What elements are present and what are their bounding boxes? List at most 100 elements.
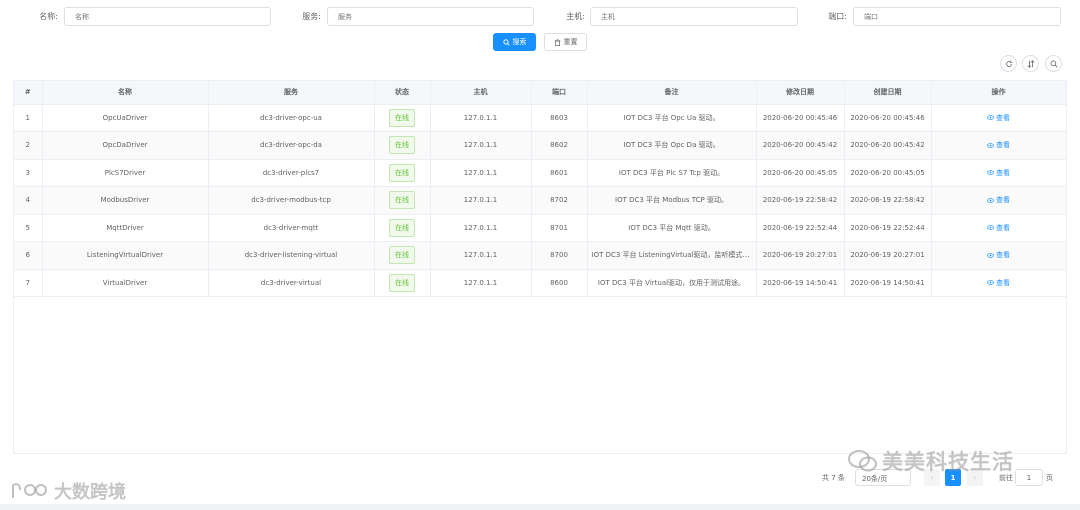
cell-service: dc3-driver-opc-ua xyxy=(208,104,375,132)
search-button[interactable]: 搜索 xyxy=(493,33,536,51)
view-link-label: 查看 xyxy=(996,113,1010,122)
sort-button[interactable] xyxy=(1022,55,1039,72)
eye-icon xyxy=(987,197,994,203)
column-header-created[interactable]: 创建日期 xyxy=(844,81,932,105)
cell-modified: 2020-06-20 00:45:46 xyxy=(756,104,845,132)
table-row: 1 OpcUaDriver dc3-driver-opc-ua 在线 127.0.1.1… xyxy=(14,104,1067,132)
cell-created: 2020-06-20 00:45:46 xyxy=(844,104,932,132)
cell-service: dc3-driver-listening-virtual xyxy=(208,241,375,270)
reset-button[interactable]: 重置 xyxy=(544,33,587,51)
status-badge: 在线 xyxy=(389,136,415,155)
status-badge: 在线 xyxy=(389,108,415,127)
cell-host: 127.0.1.1 xyxy=(430,186,532,215)
cell-idx: 1 xyxy=(14,104,43,132)
cell-port: 8600 xyxy=(531,269,588,297)
page-size-value: 20条/页 xyxy=(862,475,888,483)
view-link[interactable]: 查看 xyxy=(987,250,1010,260)
cell-name: OpcDaDriver xyxy=(42,131,209,160)
status-badge: 在线 xyxy=(389,218,415,237)
cell-host: 127.0.1.1 xyxy=(430,214,532,242)
table-row: 3 PlcS7Driver dc3-driver-plcs7 在线 127.0.1.1 8… xyxy=(14,159,1067,187)
column-header-status[interactable]: 状态 xyxy=(374,81,431,105)
cell-service: dc3-driver-virtual xyxy=(208,269,375,297)
table-row: 5 MqttDriver dc3-driver-mqtt 在线 127.0.1.1 870… xyxy=(14,214,1067,242)
status-badge: 在线 xyxy=(389,191,415,210)
cell-note: IOT DC3 平台 Plc S7 Tcp 驱动。 xyxy=(587,159,757,187)
cell-created: 2020-06-19 14:50:41 xyxy=(844,269,932,297)
column-header-host[interactable]: 主机 xyxy=(430,81,532,105)
cell-note: IOT DC3 平台 Mqtt 驱动。 xyxy=(587,214,757,242)
cell-idx: 4 xyxy=(14,186,43,215)
cell-port: 8702 xyxy=(531,186,588,215)
cell-status: 在线 xyxy=(374,241,431,270)
eye-icon xyxy=(987,280,994,285)
cell-name: ListeningVirtualDriver xyxy=(42,241,209,270)
search-icon xyxy=(1050,60,1057,67)
cell-action: 查看 xyxy=(931,241,1067,270)
table-row: 4 ModbusDriver dc3-driver-modbus-tcp 在线 127.… xyxy=(14,186,1067,215)
cell-status: 在线 xyxy=(374,131,431,160)
table-header-row: # 名称 服务 状态 主机 端口 备注 修改日期 创建日期 操作 xyxy=(14,81,1067,105)
view-link[interactable]: 查看 xyxy=(987,278,1010,288)
table-row: 7 VirtualDriver dc3-driver-virtual 在线 127.0.… xyxy=(14,269,1067,297)
cell-modified: 2020-06-19 14:50:41 xyxy=(756,269,845,297)
column-header-modified[interactable]: 修改日期 xyxy=(756,81,845,105)
column-header-service[interactable]: 服务 xyxy=(208,81,375,105)
refresh-button[interactable] xyxy=(1000,55,1017,72)
filter-bar: 名称: 服务: 主机: 端口: xyxy=(0,7,1080,27)
eye-icon xyxy=(987,142,994,148)
toggle-search-button[interactable] xyxy=(1045,55,1062,72)
column-header-name[interactable]: 名称 xyxy=(42,81,209,105)
cell-modified: 2020-06-20 00:45:05 xyxy=(756,159,845,187)
column-header-note[interactable]: 备注 xyxy=(587,81,757,105)
cell-name: MqttDriver xyxy=(42,214,209,242)
view-link[interactable]: 查看 xyxy=(987,113,1010,123)
cell-note: IOT DC3 平台 Modbus TCP 驱动。 xyxy=(587,186,757,215)
cell-name: ModbusDriver xyxy=(42,186,209,215)
cell-modified: 2020-06-19 22:52:44 xyxy=(756,214,845,242)
cell-name: VirtualDriver xyxy=(42,269,209,297)
cell-created: 2020-06-20 00:45:42 xyxy=(844,131,932,160)
brand-logo-icon xyxy=(12,483,47,498)
cell-port: 8603 xyxy=(531,104,588,132)
view-link-label: 查看 xyxy=(996,278,1010,287)
filter-service-label: 服务: xyxy=(302,12,321,21)
host-input[interactable] xyxy=(590,7,798,26)
view-link-label: 查看 xyxy=(996,168,1010,177)
cell-port: 8700 xyxy=(531,241,588,270)
filter-name-label: 名称: xyxy=(39,12,58,21)
search-icon xyxy=(502,38,510,46)
cell-idx: 3 xyxy=(14,159,43,187)
view-link[interactable]: 查看 xyxy=(987,223,1010,233)
status-badge: 在线 xyxy=(389,273,415,292)
cell-service: dc3-driver-modbus-tcp xyxy=(208,186,375,215)
cell-note: IOT DC3 平台 Opc Da 驱动。 xyxy=(587,131,757,160)
table-row: 2 OpcDaDriver dc3-driver-opc-da 在线 127.0.1.1… xyxy=(14,131,1067,160)
cell-service: dc3-driver-mqtt xyxy=(208,214,375,242)
cell-note: IOT DC3 平台 Opc Ua 驱动。 xyxy=(587,104,757,132)
cell-idx: 7 xyxy=(14,269,43,297)
pagination-total: 共 7 条 xyxy=(822,474,845,482)
view-link[interactable]: 查看 xyxy=(987,168,1010,178)
port-input[interactable] xyxy=(853,7,1061,26)
cell-host: 127.0.1.1 xyxy=(430,241,532,270)
service-input[interactable] xyxy=(327,7,534,26)
cell-status: 在线 xyxy=(374,269,431,297)
column-header-index[interactable]: # xyxy=(14,81,43,105)
name-input[interactable] xyxy=(64,7,271,26)
cell-created: 2020-06-19 20:27:01 xyxy=(844,241,932,270)
cell-idx: 6 xyxy=(14,241,43,270)
refresh-icon xyxy=(1005,60,1012,67)
cell-modified: 2020-06-19 20:27:01 xyxy=(756,241,845,270)
column-header-actions[interactable]: 操作 xyxy=(931,81,1067,105)
watermark-right: 美美科技生活 xyxy=(848,446,1014,476)
wechat-icon xyxy=(848,450,877,472)
cell-note: IOT DC3 平台 Virtual驱动，仅用于测试用途。 xyxy=(587,269,757,297)
column-header-port[interactable]: 端口 xyxy=(531,81,588,105)
goto-page-input[interactable] xyxy=(1015,469,1043,486)
cell-status: 在线 xyxy=(374,159,431,187)
view-link[interactable]: 查看 xyxy=(987,140,1010,150)
cell-host: 127.0.1.1 xyxy=(430,131,532,160)
view-link-label: 查看 xyxy=(996,223,1010,232)
view-link[interactable]: 查看 xyxy=(987,195,1010,205)
